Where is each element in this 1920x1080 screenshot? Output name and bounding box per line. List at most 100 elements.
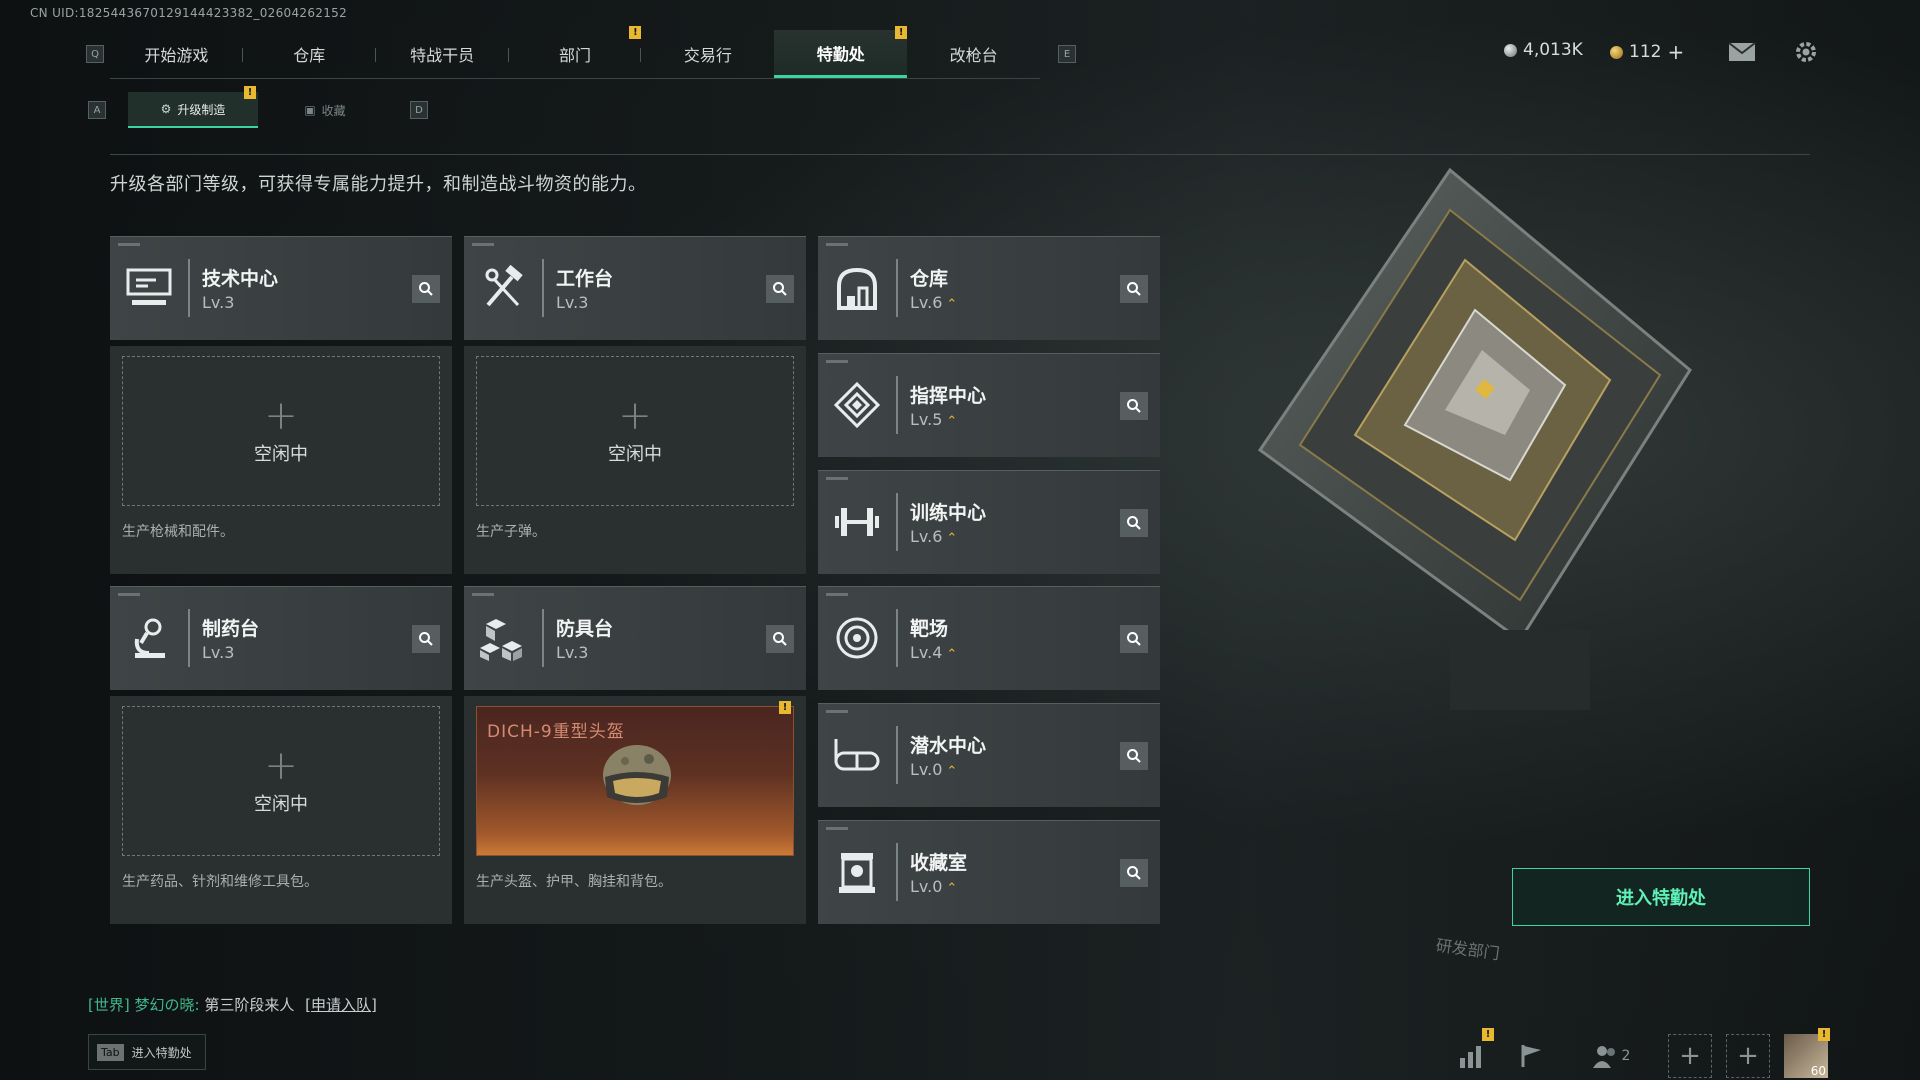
main-nav: 开始游戏 仓库 特战干员 部门! 交易行 特勤处! 改枪台 [110,26,1040,79]
add-teammate-slot-1[interactable]: + [1668,1034,1712,1078]
slot-description: 生产子弹。 [476,524,546,540]
search-icon[interactable] [1120,625,1148,653]
tab-department[interactable]: 部门! [509,26,642,78]
target-icon [832,613,882,663]
dept-card-diving-center[interactable]: 潜水中心 Lv.0 ⌃ [818,703,1160,807]
card-tag [826,593,848,596]
dumbbell-icon [832,497,882,547]
background-sign: 研发部门 [1434,935,1501,964]
card-divider [896,259,898,317]
cubes-icon [478,613,528,663]
search-icon[interactable] [766,275,794,303]
slot-status: 空闲中 [254,794,308,815]
silver-amount: 4,013K [1523,40,1583,60]
stats-bar-chart-icon[interactable]: ! [1450,1028,1494,1078]
tab-gunsmith[interactable]: 改枪台 [907,30,1040,78]
enter-special-ops-button[interactable]: 进入特勤处 [1512,868,1810,926]
search-icon[interactable] [1120,275,1148,303]
dept-card-collection-room[interactable]: 收藏室 Lv.0 ⌃ [818,820,1160,924]
search-icon[interactable] [1120,509,1148,537]
search-icon[interactable] [1120,392,1148,420]
friends-icon[interactable]: 2 [1586,1034,1636,1078]
nav-prev-key[interactable]: Q [86,45,104,63]
dept-level-row: Lv.6 ⌃ [910,527,957,546]
card-divider [896,609,898,667]
dept-level: Lv.0 [910,877,943,896]
dept-card-armor-bench[interactable]: 防具台 Lv.3 [464,586,806,690]
tab-operators[interactable]: 特战干员 [376,30,509,78]
diving-goggles-icon [832,730,882,780]
avatar-level: 60 [1810,1064,1826,1078]
empty-slot[interactable]: + 空闲中 [122,706,440,856]
chat-sender[interactable]: 梦幻の晓: [135,996,200,1014]
subtab-next-key[interactable]: D [410,101,428,119]
dept-card-warehouse[interactable]: 仓库 Lv.6 ⌃ [818,236,1160,340]
helmet-image [603,745,671,805]
mail-icon[interactable] [1728,42,1756,66]
production-slot-tech-center: + 空闲中 生产枪械和配件。 [110,346,452,574]
join-team-link[interactable]: [申请入队] [305,996,377,1014]
subtab-prev-key[interactable]: A [88,101,106,119]
microscope-icon [124,613,174,663]
search-icon[interactable] [766,625,794,653]
subtab-collection[interactable]: ▣ 收藏 [260,92,390,128]
search-icon[interactable] [412,625,440,653]
tab-start-game[interactable]: 开始游戏 [110,30,243,78]
dept-level: Lv.4 [910,643,943,662]
card-tag [472,593,494,596]
add-teammate-slot-2[interactable]: + [1726,1034,1770,1078]
nav-next-key[interactable]: E [1058,45,1076,63]
settings-gear-icon[interactable] [1794,40,1818,68]
card-tag [826,710,848,713]
tab-label: 改枪台 [949,46,998,65]
notification-badge: ! [895,26,908,39]
dept-level-row: Lv.0 ⌃ [910,877,957,896]
gold-currency: 112 + [1610,40,1684,64]
add-icon: + [264,743,298,789]
computer-icon [124,263,174,313]
upgrade-arrow-icon: ⌃ [946,297,958,312]
upgrade-arrow-icon: ⌃ [946,414,958,429]
dept-card-pharmacy[interactable]: 制药台 Lv.3 [110,586,452,690]
dept-card-training-center[interactable]: 训练中心 Lv.6 ⌃ [818,470,1160,574]
dept-name: 靶场 [910,618,949,640]
search-icon[interactable] [412,275,440,303]
empty-slot[interactable]: + 空闲中 [122,356,440,506]
dept-level: Lv.3 [202,643,235,662]
search-icon[interactable] [1120,859,1148,887]
crafting-item-slot[interactable]: DICH-9重型头盔 ! [476,701,794,856]
search-icon[interactable] [1120,742,1148,770]
upgrade-arrow-icon: ⌃ [946,764,958,779]
tab-warehouse[interactable]: 仓库 [243,30,376,78]
notification-badge: ! [629,26,642,39]
slot-description: 生产药品、针剂和维修工具包。 [122,874,318,890]
chat-text: 第三阶段来人 [204,996,295,1014]
card-divider [542,259,544,317]
empty-slot[interactable]: + 空闲中 [476,356,794,506]
card-divider [896,843,898,901]
dept-name: 训练中心 [910,502,987,524]
add-icon: + [618,393,652,439]
production-slot-workbench: + 空闲中 生产子弹。 [464,346,806,574]
tab-special-ops[interactable]: 特勤处! [774,26,908,78]
player-avatar[interactable]: 60 ! [1784,1028,1830,1078]
flag-icon[interactable] [1510,1034,1554,1078]
card-tag [118,593,140,596]
dept-card-tech-center[interactable]: 技术中心 Lv.3 [110,236,452,340]
dept-level: Lv.0 [910,760,943,779]
dept-name: 潜水中心 [910,735,987,757]
tab-hint-label: 进入特勤处 [131,1045,192,1060]
tab-hint[interactable]: Tab 进入特勤处 [88,1034,206,1070]
card-tag [826,360,848,363]
card-divider [188,609,190,667]
dept-card-command-center[interactable]: 指挥中心 Lv.5 ⌃ [818,353,1160,457]
tab-trade[interactable]: 交易行 [641,30,774,78]
dept-level: Lv.3 [202,293,235,312]
dept-level-row: Lv.4 ⌃ [910,643,957,662]
dept-name: 技术中心 [202,268,279,290]
dept-card-shooting-range[interactable]: 靶场 Lv.4 ⌃ [818,586,1160,690]
production-slot-armor-bench: DICH-9重型头盔 ! 生产头盔、护甲、胸挂和背包。 [464,696,806,924]
dept-card-workbench[interactable]: 工作台 Lv.3 [464,236,806,340]
subtab-upgrade-craft[interactable]: ⚙ 升级制造 ! [128,86,258,128]
add-gold-button[interactable]: + [1667,40,1684,64]
